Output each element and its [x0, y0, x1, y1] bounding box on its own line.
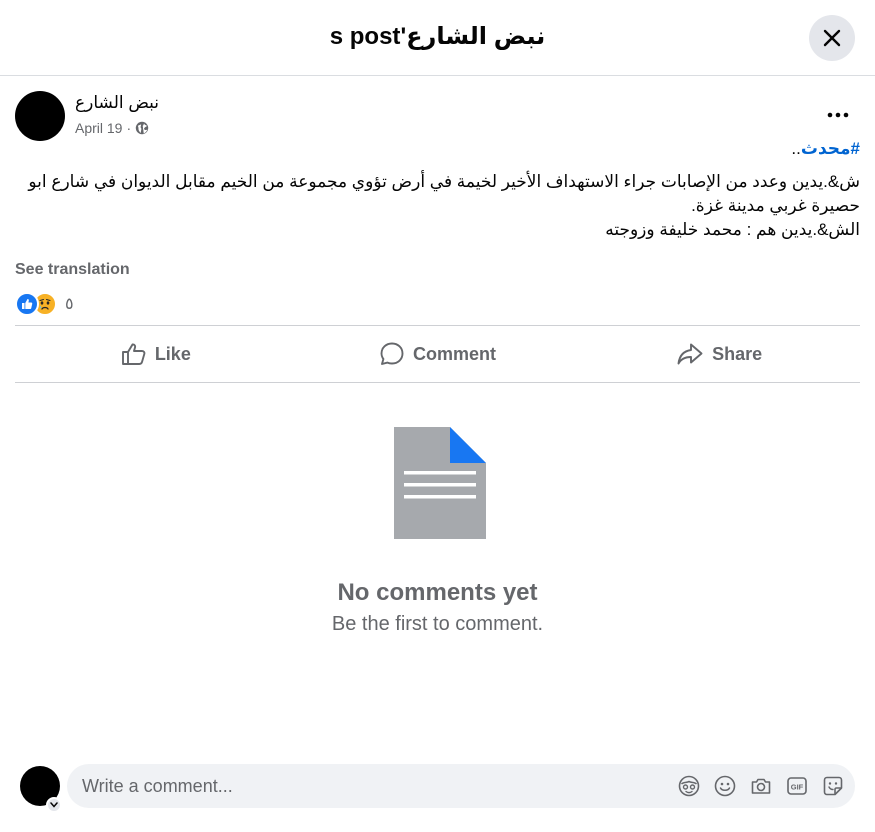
share-label: Share [712, 343, 763, 364]
like-button[interactable]: Like [15, 326, 297, 382]
svg-text:GIF: GIF [791, 783, 804, 792]
more-icon [827, 112, 849, 118]
document-icon [393, 427, 487, 544]
dialog-header: نبض الشارع's post [0, 0, 875, 76]
empty-state-subtitle: Be the first to comment. [331, 613, 544, 635]
dialog-title: نبض الشارع's post [329, 23, 546, 50]
post-body: #محدث.. ش&.يدين وعدد من الإصابات جراء ال… [15, 137, 860, 242]
share-icon [676, 342, 704, 366]
post-action-bar: Like Comment Share [15, 325, 860, 383]
gif-icon[interactable]: GIF [785, 774, 809, 798]
camera-icon[interactable] [749, 774, 773, 798]
post-meta: April 19 · [75, 120, 149, 136]
globe-icon[interactable] [135, 121, 149, 135]
post-text-line: الش&.يدين هم : محمد خليفة وزوجته [605, 220, 860, 239]
like-label: Like [154, 343, 191, 364]
hashtag-suffix: .. [791, 139, 801, 158]
post-text-line: ش&.يدين وعدد من الإصابات جراء الاستهداف … [28, 172, 860, 215]
comment-box[interactable]: GIF [67, 764, 855, 808]
reactions-summary[interactable]: ٥ [15, 290, 74, 318]
reaction-count: ٥ [65, 296, 74, 313]
comment-label: Comment [413, 343, 497, 364]
emoji-icon[interactable] [713, 774, 737, 798]
composer-tools: GIF [677, 774, 845, 798]
avatar-sticker-icon[interactable] [677, 774, 701, 798]
comment-input[interactable] [82, 774, 662, 798]
post-author-row: نبض الشارع April 19 · [15, 90, 860, 142]
close-icon [821, 27, 843, 49]
thumbs-up-icon [121, 342, 147, 366]
hashtag-link[interactable]: #محدث [801, 139, 860, 158]
share-button[interactable]: Share [578, 326, 860, 382]
chevron-down-icon[interactable] [46, 797, 62, 813]
author-avatar[interactable] [15, 91, 65, 141]
empty-state-title: No comments yet [337, 579, 538, 606]
hashtag-line: #محدث.. [15, 137, 860, 161]
comment-composer: GIF [20, 762, 860, 813]
like-icon [15, 292, 39, 316]
comment-icon [379, 341, 405, 367]
more-options-button[interactable] [820, 100, 856, 130]
post-date[interactable]: April 19 [75, 120, 122, 136]
comment-button[interactable]: Comment [297, 326, 579, 382]
author-name[interactable]: نبض الشارع [75, 93, 159, 113]
see-translation-link[interactable]: See translation [15, 261, 130, 279]
sticker-icon[interactable] [821, 774, 845, 798]
close-button[interactable] [809, 15, 855, 61]
meta-separator: · [126, 120, 132, 136]
